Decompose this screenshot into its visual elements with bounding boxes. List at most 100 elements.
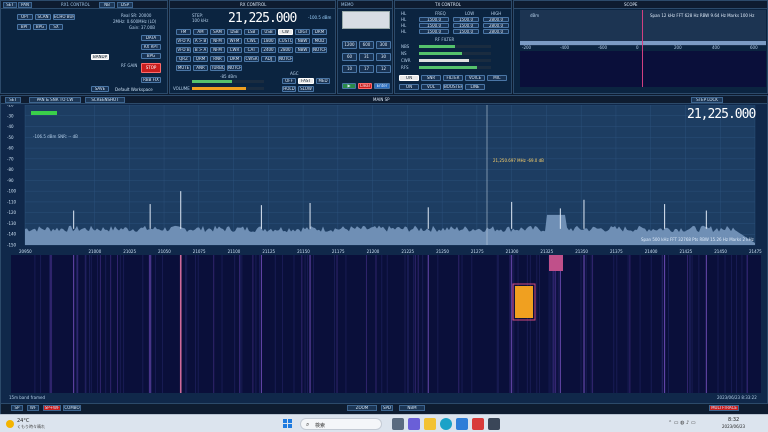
view-combo[interactable]: COMBO: [63, 405, 81, 411]
tx-high-field[interactable]: 2800.0: [483, 29, 509, 34]
memo-key[interactable]: 300: [376, 41, 391, 49]
tx-freq-field[interactable]: 1500.0: [419, 23, 449, 28]
echo-buff-button[interactable]: ECHO BUFF: [53, 14, 75, 20]
clock-time[interactable]: 8:32: [728, 417, 739, 423]
scan-button[interactable]: SCAN: [35, 14, 51, 20]
memo-key[interactable]: 1200: [342, 41, 357, 49]
agc-fast[interactable]: FAST: [298, 78, 314, 84]
rx-mode-button[interactable]: CUSTOM: [278, 38, 293, 44]
tx-freq-field[interactable]: 1500.0: [419, 29, 449, 34]
rx-mode-button[interactable]: DRM: [227, 56, 242, 62]
rx-mode-button[interactable]: USB: [261, 29, 276, 35]
task-view-icon[interactable]: [392, 418, 404, 430]
memo-key[interactable]: 10: [342, 65, 357, 73]
tx-bottom-button[interactable]: ON: [399, 75, 419, 81]
weather-icon[interactable]: [6, 420, 14, 428]
rx-mode-button[interactable]: AM: [193, 29, 208, 35]
tx-bottom-button[interactable]: BOOSTER: [443, 84, 463, 90]
rx-mode-button[interactable]: ADJ: [261, 56, 276, 62]
rx-mode-button[interactable]: DRM: [312, 29, 327, 35]
rx-mode-button[interactable]: 1800: [261, 38, 276, 44]
sdr-icon[interactable]: [488, 418, 500, 430]
start-icon[interactable]: [283, 419, 293, 429]
step-lock-button[interactable]: STEP LOCK: [691, 97, 723, 103]
rx-mode-button[interactable]: MOD: [312, 38, 327, 44]
tx-low-field[interactable]: 1500.0: [453, 29, 479, 34]
rx-mode-button[interactable]: CWL: [244, 38, 259, 44]
tx-freq-field[interactable]: 1500.0: [419, 17, 449, 22]
system-tray-icons[interactable]: ⌃ ▭ ◍ ♪ ▭: [668, 420, 712, 428]
store-icon[interactable]: [456, 418, 468, 430]
tab-dsp[interactable]: DSP: [117, 2, 133, 8]
rx-mode-button[interactable]: SAM: [210, 29, 225, 35]
tx-bottom-button[interactable]: LINE: [465, 84, 485, 90]
tx-high-field[interactable]: 2800.0: [483, 23, 509, 28]
rx-mode-button[interactable]: DIGI: [295, 29, 310, 35]
tab-nb[interactable]: NB: [99, 2, 115, 8]
rx-mode-button[interactable]: CWR: [227, 47, 242, 53]
main-set-button[interactable]: SET: [5, 97, 21, 103]
rx-rpt-button[interactable]: RX RPT: [141, 44, 161, 50]
opt-button[interactable]: OPT: [17, 14, 33, 20]
edge-icon[interactable]: [440, 418, 452, 430]
pan-snr-button[interactable]: PAN & SNR TO CW: [29, 97, 81, 103]
memo-key[interactable]: 12: [376, 65, 391, 73]
tx-bottom-button[interactable]: VOICE: [465, 75, 485, 81]
rx-mode-button[interactable]: NOTCH2: [278, 56, 293, 62]
explorer-icon[interactable]: [424, 418, 436, 430]
rx-mode-button[interactable]: NOTCH1: [312, 47, 327, 53]
spd-button[interactable]: SPD: [381, 405, 393, 411]
rx-mode-button[interactable]: VFO B: [176, 47, 191, 53]
rx-mode-button[interactable]: LSB: [244, 29, 259, 35]
rx-mode-button[interactable]: NBW: [295, 38, 310, 44]
rx-frequency-display[interactable]: 21,225.000: [228, 12, 297, 26]
tx-low-field[interactable]: 1500.0: [453, 23, 479, 28]
memo-key[interactable]: 60: [342, 53, 357, 61]
tx-low-field[interactable]: 1500.0: [453, 17, 479, 22]
rx-mode-button[interactable]: DSB: [227, 29, 242, 35]
clear-button[interactable]: Clear: [358, 83, 372, 89]
rx-mode-button[interactable]: QRZ: [176, 56, 191, 62]
save-button[interactable]: SAVE: [91, 86, 109, 92]
rx-mode-button[interactable]: FM: [176, 29, 191, 35]
screenshot-button[interactable]: SCREENSHOT: [85, 97, 125, 103]
enter-button[interactable]: Enter: [374, 83, 390, 89]
tx-bottom-button[interactable]: ON: [399, 84, 419, 90]
tx-bottom-button[interactable]: VOL: [421, 84, 441, 90]
sx-button[interactable]: SX: [49, 24, 63, 30]
tx-slider[interactable]: [419, 66, 491, 69]
rx-mode-button[interactable]: VFO A: [176, 38, 191, 44]
tab-pan[interactable]: PAN: [18, 2, 32, 8]
stop-button[interactable]: STOP: [141, 63, 161, 73]
rbb-fix-button[interactable]: RBB FIX: [141, 77, 161, 83]
rx-mode-button[interactable]: CAT: [244, 47, 259, 53]
security-icon[interactable]: [472, 418, 484, 430]
rx-mode-button[interactable]: CW: [278, 29, 293, 35]
agc-med[interactable]: MED: [316, 78, 330, 84]
memo-go-button[interactable]: ▶: [342, 83, 356, 89]
rx-mode-button[interactable]: NFM: [210, 47, 225, 53]
tx-slider[interactable]: [419, 52, 491, 55]
tx-bottom-button[interactable]: MIC: [487, 75, 507, 81]
multi-trace-button[interactable]: MULTI-TRACE: [709, 405, 739, 411]
waterfall[interactable]: [11, 255, 761, 393]
data-button[interactable]: DATA: [141, 35, 161, 41]
squelch-bar[interactable]: [192, 80, 264, 83]
rx-mode-button[interactable]: B > A: [193, 47, 208, 53]
rx-mode-button[interactable]: NBW: [295, 47, 310, 53]
memo-key[interactable]: 17: [359, 65, 374, 73]
rx-mode-button[interactable]: NFM: [210, 38, 225, 44]
tx-high-field[interactable]: 2800.0: [483, 17, 509, 22]
search-box[interactable]: ⌕ 検索: [300, 418, 382, 430]
tx-bottom-button[interactable]: SNR: [421, 75, 441, 81]
nbm-button[interactable]: NBM: [399, 405, 425, 411]
tab-set[interactable]: SET: [3, 2, 17, 8]
tx-slider[interactable]: [419, 45, 491, 48]
memo-key[interactable]: 31: [359, 53, 374, 61]
rx-mode-button[interactable]: MUTE: [176, 65, 191, 71]
rx-mode-button[interactable]: ANR: [193, 65, 208, 71]
rx-mode-button[interactable]: NOTCH3: [227, 65, 242, 71]
clock-date[interactable]: 2023/06/23: [722, 424, 745, 429]
rx-mode-button[interactable]: QRM: [193, 56, 208, 62]
rx-mode-button[interactable]: TURBO: [210, 65, 225, 71]
